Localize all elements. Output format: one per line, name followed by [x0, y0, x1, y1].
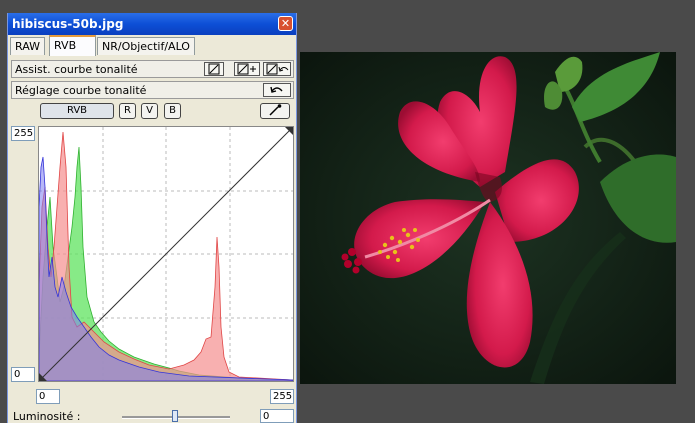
- eyedropper-button[interactable]: [260, 103, 290, 119]
- tone-curve-label: Réglage courbe tonalité: [15, 84, 147, 97]
- tab-bar: RAW RVB NR/Objectif/ALO: [8, 35, 296, 56]
- tone-curve-bar: Réglage courbe tonalité: [11, 81, 294, 99]
- tone-curve-panel: hibiscus-50b.jpg ✕ RAW RVB NR/Objectif/A…: [7, 13, 297, 423]
- auto-curve-button[interactable]: [204, 62, 224, 76]
- channel-r-button[interactable]: R: [119, 103, 136, 119]
- window-titlebar: hibiscus-50b.jpg ✕: [8, 13, 296, 35]
- channel-rvb-button[interactable]: RVB: [40, 103, 114, 119]
- undo-icon: [270, 86, 283, 93]
- tab-rvb[interactable]: RVB: [49, 35, 96, 56]
- curve-undo-icon: [266, 63, 289, 75]
- photo-preview: [300, 52, 676, 384]
- window-title: hibiscus-50b.jpg: [12, 17, 124, 31]
- add-curve-point-button[interactable]: [234, 62, 260, 76]
- channel-v-button[interactable]: V: [141, 103, 158, 119]
- tone-curve-graph[interactable]: [38, 126, 294, 382]
- undo-button[interactable]: [263, 83, 291, 97]
- close-icon[interactable]: ✕: [278, 16, 293, 31]
- vertical-scrollbar[interactable]: [676, 0, 695, 423]
- curve-plus-icon: [237, 63, 256, 75]
- reset-curve-button[interactable]: [263, 62, 291, 76]
- output-min-field[interactable]: 0: [11, 367, 35, 382]
- channel-b-button[interactable]: B: [164, 103, 181, 119]
- output-max-field[interactable]: 255: [11, 126, 35, 141]
- brightness-label: Luminosité :: [13, 410, 81, 423]
- hibiscus-photo: [300, 52, 676, 384]
- curve-icon: [208, 63, 220, 75]
- brightness-slider-thumb[interactable]: [172, 410, 178, 422]
- tab-raw[interactable]: RAW: [10, 37, 45, 55]
- tone-assist-bar: Assist. courbe tonalité: [11, 60, 294, 78]
- eyedropper-icon: [269, 104, 282, 116]
- brightness-value-field[interactable]: 0: [260, 409, 294, 423]
- input-min-field[interactable]: 0: [36, 389, 60, 404]
- tone-assist-label: Assist. courbe tonalité: [15, 63, 138, 76]
- tab-nr-objectif-alo[interactable]: NR/Objectif/ALO: [97, 37, 195, 55]
- histogram-svg: [38, 126, 294, 382]
- input-max-field[interactable]: 255: [270, 389, 294, 404]
